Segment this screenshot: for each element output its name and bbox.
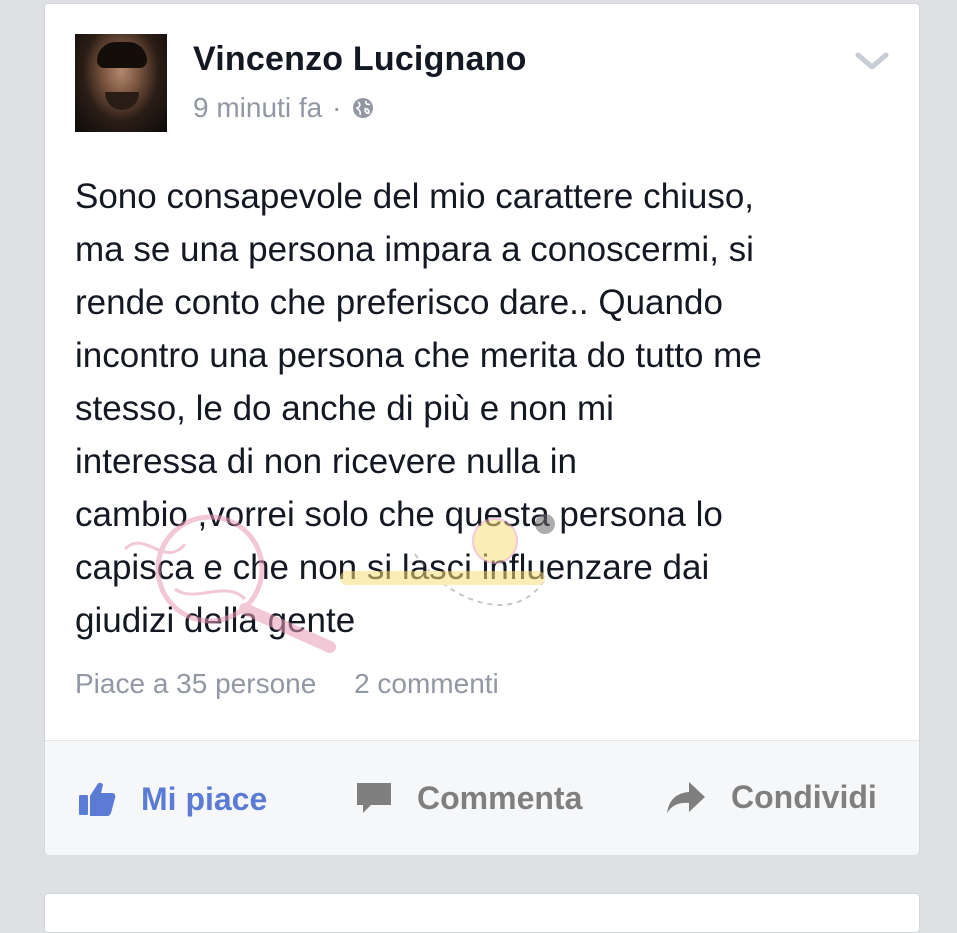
avatar-beard [105,92,139,110]
author-avatar[interactable] [75,34,167,132]
share-label: Condividi [731,779,877,815]
like-label: Mi piace [141,780,268,817]
post-meta: 9 minuti fa · [193,92,374,124]
globe-icon[interactable] [352,97,374,119]
post-text: Sono consapevole del mio carattere chius… [75,177,762,640]
share-button[interactable]: Condividi [665,779,877,816]
post-time[interactable]: 9 minuti fa [193,92,322,124]
next-post-card [44,893,920,933]
share-arrow-icon [667,781,705,813]
action-bar: Mi piace Commenta Condividi [45,741,919,855]
author-name[interactable]: Vincenzo Lucignano [193,40,527,79]
likes-count[interactable]: Piace a 35 persone [75,668,316,699]
post-stats: Piace a 35 persone 2 commenti [75,668,499,700]
meta-separator: · [332,92,342,123]
avatar-hair [97,42,147,68]
thumbs-up-icon [79,782,116,816]
post-card: Vincenzo Lucignano 9 minuti fa · Sono co… [44,3,920,855]
like-button[interactable]: Mi piace [77,779,267,819]
comment-bubble-icon [357,783,391,813]
comments-count[interactable]: 2 commenti [354,668,499,699]
comment-button[interactable]: Commenta [355,779,582,817]
comment-label: Commenta [417,779,583,816]
chevron-down-icon[interactable] [855,50,889,72]
